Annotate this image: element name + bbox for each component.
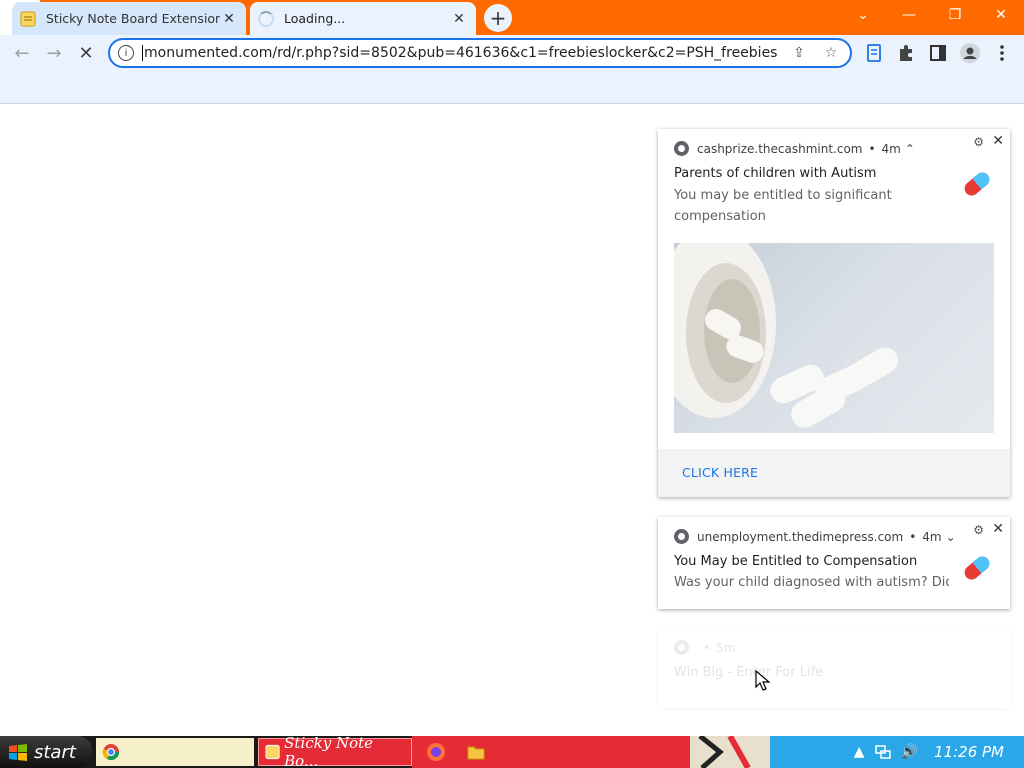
chrome-icon [674,529,689,544]
folder-icon[interactable] [466,742,486,762]
close-icon[interactable]: ✕ [992,521,1004,537]
taskbar-item-chrome[interactable] [96,738,254,766]
start-label: start [34,741,76,763]
notification-time: 4m [881,141,901,156]
browser-toolbar: ← → ✕ i monumented.com/rd/r.php?sid=8502… [0,35,1024,71]
notification-card[interactable]: unemployment.thedimepress.com • 4m ⌄ ⚙ ✕… [658,517,1010,609]
system-tray: ▲ 🔊 11:26 PM [770,736,1024,768]
notification-header: • 5m [674,640,735,655]
profile-icon[interactable] [958,41,982,65]
pill-capsule-icon [964,172,990,196]
side-panel-icon[interactable] [926,41,950,65]
tab-close-icon[interactable]: ✕ [220,10,238,28]
back-button[interactable]: ← [8,39,36,67]
tab-title: Sticky Note Board Extension [46,11,220,26]
start-button[interactable]: start [0,736,92,768]
notes-extension-icon[interactable] [862,41,886,65]
notification-source: cashprize.thecashmint.com [697,141,863,156]
sticky-note-icon [265,744,280,760]
taskbar-band [412,736,690,768]
expand-arrow-icon[interactable]: ▲ [854,744,865,760]
new-tab-button[interactable]: + [484,4,512,32]
notification-card[interactable]: • 5m Win Big - Enter For Life [658,628,1010,708]
tab-close-icon[interactable]: ✕ [450,10,468,28]
stop-loading-button[interactable]: ✕ [72,39,100,67]
windows-flag-icon [9,744,27,761]
minimize-button[interactable]: — [886,0,932,30]
site-info-icon[interactable]: i [118,45,134,61]
tab-loading[interactable]: Loading... ✕ [250,2,476,35]
notification-footer: CLICK HERE [658,449,1010,497]
url-text[interactable]: monumented.com/rd/r.php?sid=8502&pub=461… [142,45,778,61]
chrome-icon [674,141,689,156]
tab-strip: Sticky Note Board Extension ✕ Loading...… [0,0,1024,35]
notification-image[interactable] [674,243,994,433]
gear-icon[interactable]: ⚙ [973,523,984,537]
taskbar-decoration [690,736,770,768]
notification-title: You May be Entitled to Compensation [674,554,918,569]
firefox-icon[interactable] [426,742,446,762]
pill-capsule-icon [964,556,990,580]
tab-search-chevron-icon[interactable]: ⌄ [840,0,886,30]
close-icon[interactable]: ✕ [992,133,1004,149]
notification-card[interactable]: cashprize.thecashmint.com • 4m ⌃ ⚙ ✕ Par… [658,129,1010,497]
restore-button[interactable]: ❐ [932,0,978,30]
task-label: Sticky Note Bo... [284,734,374,768]
notification-source: unemployment.thedimepress.com [697,529,904,544]
bookmarks-bar [0,71,1024,104]
share-icon[interactable]: ⇪ [788,42,810,64]
clock[interactable]: 11:26 PM [934,743,1004,761]
puzzle-icon[interactable] [894,41,918,65]
notification-body: Was your child diagnosed with autism? Di… [674,575,949,590]
tab-title: Loading... [284,11,346,26]
taskbar: start Sticky Note Bo... ▲ 🔊 11:26 PM [0,734,1024,768]
notification-header: cashprize.thecashmint.com • 4m ⌃ [674,141,915,156]
tab-sticky-note-board[interactable]: Sticky Note Board Extension ✕ [12,2,246,35]
chevron-up-icon[interactable]: ⌃ [905,142,915,156]
taskbar-item-sticky-note[interactable]: Sticky Note Bo... [258,734,412,768]
chrome-icon [674,640,689,655]
chevron-down-icon[interactable]: ⌄ [946,530,956,544]
gear-icon[interactable]: ⚙ [973,135,984,149]
address-bar[interactable]: i monumented.com/rd/r.php?sid=8502&pub=4… [108,38,852,68]
notification-time: 4m [922,529,942,544]
forward-button[interactable]: → [40,39,68,67]
loading-spinner-icon [258,10,274,27]
network-icon[interactable] [874,744,891,760]
volume-icon[interactable]: 🔊 [901,744,918,760]
notification-time: 5m [716,640,736,655]
notification-title: Win Big - Enter For Life [674,665,824,680]
notification-header: unemployment.thedimepress.com • 4m ⌄ [674,529,956,544]
bookmark-star-icon[interactable]: ☆ [820,42,842,64]
notification-title: Parents of children with Autism [674,166,877,181]
chrome-icon [102,744,120,761]
notification-body: You may be entitled to significant compe… [674,188,892,224]
click-here-button[interactable]: CLICK HERE [682,465,758,480]
menu-icon[interactable] [990,41,1014,65]
close-window-button[interactable]: ✕ [978,0,1024,30]
mouse-cursor-icon [755,670,771,691]
sticky-note-favicon-icon [20,11,36,26]
pills-bottle-image [674,243,898,428]
